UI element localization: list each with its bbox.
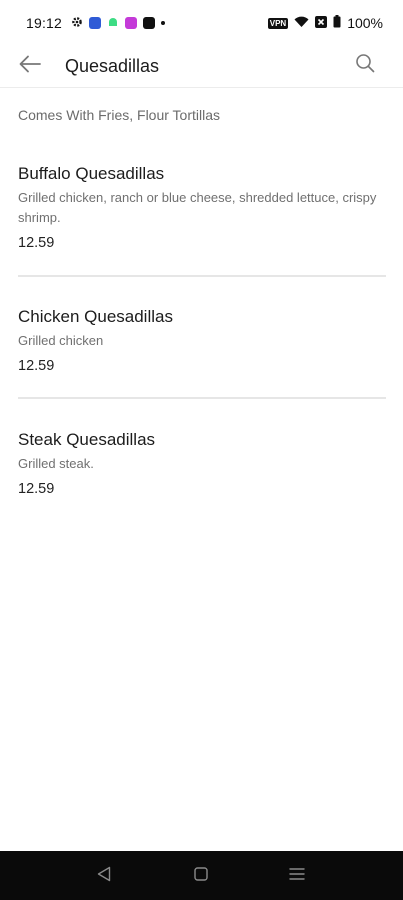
item-description: Grilled chicken, ranch or blue cheese, s… xyxy=(18,190,377,225)
search-icon xyxy=(355,53,375,78)
nav-back-icon xyxy=(97,866,111,887)
status-time: 19:12 xyxy=(26,15,63,31)
app-bar: Quesadillas xyxy=(0,46,403,88)
item-price: 12.59 xyxy=(18,481,55,497)
menu-item-steak-quesadillas[interactable]: Steak Quesadillas Grilled steak. 12.59 xyxy=(0,426,403,516)
item-price: 12.59 xyxy=(18,358,55,374)
battery-icon xyxy=(333,15,341,31)
app-icon-black xyxy=(143,17,156,29)
app-icon-pink xyxy=(125,17,138,29)
item-name: Chicken Quesadillas xyxy=(18,307,173,326)
app-icon-blue xyxy=(89,17,102,29)
category-subtitle: Comes With Fries, Flour Tortillas xyxy=(18,107,221,123)
dot-icon xyxy=(161,21,166,25)
back-arrow-icon xyxy=(19,55,41,78)
menu-item-chicken-quesadillas[interactable]: Chicken Quesadillas Grilled chicken 12.5… xyxy=(0,303,403,398)
battery-percent: 100% xyxy=(347,15,383,31)
menu-item-buffalo-quesadillas[interactable]: Buffalo Quesadillas Grilled chicken, ran… xyxy=(0,160,403,278)
nav-home-icon xyxy=(194,866,208,886)
search-button[interactable] xyxy=(351,51,379,79)
divider xyxy=(18,397,386,399)
divider xyxy=(18,275,386,277)
signal-x-icon xyxy=(315,15,328,31)
item-name: Steak Quesadillas xyxy=(18,430,156,449)
notification-icons xyxy=(71,15,166,31)
system-nav-bar xyxy=(0,851,403,900)
nav-menu-icon xyxy=(289,867,305,886)
item-description: Grilled chicken xyxy=(18,333,104,348)
gear-icon xyxy=(71,15,83,31)
nav-home-button[interactable] xyxy=(188,863,214,889)
nav-back-button[interactable] xyxy=(91,863,117,889)
nav-menu-button[interactable] xyxy=(284,863,310,889)
item-name: Buffalo Quesadillas xyxy=(18,164,165,183)
item-price: 12.59 xyxy=(18,235,55,251)
system-icons: VPN 100% xyxy=(267,15,383,31)
wifi-icon xyxy=(294,15,309,31)
page-title: Quesadillas xyxy=(65,56,160,76)
back-button[interactable] xyxy=(16,52,44,80)
vpn-icon: VPN xyxy=(267,17,289,29)
android-icon xyxy=(107,15,119,31)
item-description: Grilled steak. xyxy=(18,456,94,471)
status-bar: 19:12 VPN 100% xyxy=(0,0,403,46)
